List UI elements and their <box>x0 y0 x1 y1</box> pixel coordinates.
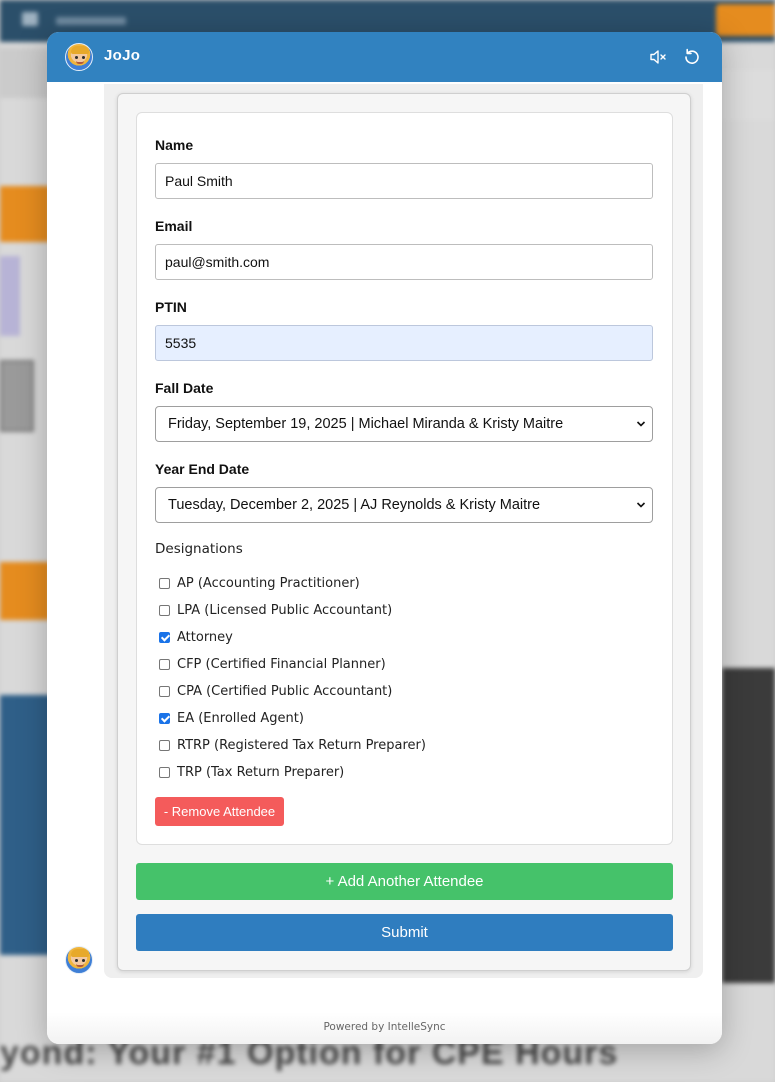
designation-label: RTRP (Registered Tax Return Preparer) <box>177 738 426 753</box>
background-orange-block-2 <box>0 562 50 620</box>
message-bubble: Name Email PTIN Fall Date Friday, Septem… <box>104 84 703 978</box>
name-field[interactable] <box>155 163 653 199</box>
designation-label: AP (Accounting Practitioner) <box>177 576 360 591</box>
background-graphic <box>0 256 20 336</box>
background-orange-block <box>0 186 50 242</box>
email-label: Email <box>155 218 193 234</box>
designation-checkbox[interactable] <box>159 578 170 589</box>
powered-by-footer: Powered by IntelleSync <box>47 1012 722 1044</box>
background-dark-image <box>722 668 775 983</box>
bot-avatar <box>65 43 93 71</box>
year-end-date-value: Tuesday, December 2, 2025 | AJ Reynolds … <box>168 497 541 513</box>
designation-checkbox[interactable] <box>159 767 170 778</box>
designation-label: CPA (Certified Public Accountant) <box>177 684 393 699</box>
chat-header: JoJo <box>47 32 722 82</box>
background-nav-text <box>56 17 126 25</box>
fall-date-select[interactable]: Friday, September 19, 2025 | Michael Mir… <box>155 406 653 442</box>
fall-date-value: Friday, September 19, 2025 | Michael Mir… <box>168 416 564 432</box>
name-label: Name <box>155 137 194 153</box>
designation-label: LPA (Licensed Public Accountant) <box>177 603 393 618</box>
designation-checkbox[interactable] <box>159 740 170 751</box>
refresh-icon[interactable] <box>682 47 702 67</box>
ptin-label: PTIN <box>155 299 187 315</box>
designation-checkbox[interactable] <box>159 713 170 724</box>
chat-title: JoJo <box>104 47 141 64</box>
ptin-field[interactable] <box>155 325 653 361</box>
designation-label: Attorney <box>177 630 233 645</box>
email-field[interactable] <box>155 244 653 280</box>
designation-checkbox[interactable] <box>159 605 170 616</box>
designation-label: EA (Enrolled Agent) <box>177 711 304 726</box>
chevron-down-icon <box>636 502 646 508</box>
year-end-date-select[interactable]: Tuesday, December 2, 2025 | AJ Reynolds … <box>155 487 653 523</box>
attendee-card: Name Email PTIN Fall Date Friday, Septem… <box>136 112 673 845</box>
designation-checkbox[interactable] <box>159 686 170 697</box>
designation-label: CFP (Certified Financial Planner) <box>177 657 386 672</box>
fall-date-label: Fall Date <box>155 380 214 396</box>
background-cart-icon <box>22 12 38 26</box>
chevron-down-icon <box>636 421 646 427</box>
background-image <box>0 360 34 432</box>
designation-checkbox[interactable] <box>159 659 170 670</box>
add-attendee-button[interactable]: + Add Another Attendee <box>136 863 673 900</box>
designation-label: TRP (Tax Return Preparer) <box>177 765 345 780</box>
remove-attendee-button[interactable]: - Remove Attendee <box>155 797 284 826</box>
designations-title: Designations <box>155 541 243 557</box>
background-cta-button <box>716 4 775 36</box>
bot-message-avatar <box>65 946 93 974</box>
designation-checkbox[interactable] <box>159 632 170 643</box>
year-end-date-label: Year End Date <box>155 461 250 477</box>
chat-widget: JoJo Name Email PTIN Fall Date Friday, <box>47 32 722 1044</box>
volume-mute-icon[interactable] <box>648 47 668 67</box>
background-right-panel <box>722 70 775 120</box>
submit-button[interactable]: Submit <box>136 914 673 951</box>
chat-body: Name Email PTIN Fall Date Friday, Septem… <box>47 82 722 1012</box>
attendee-form: Name Email PTIN Fall Date Friday, Septem… <box>117 93 691 971</box>
